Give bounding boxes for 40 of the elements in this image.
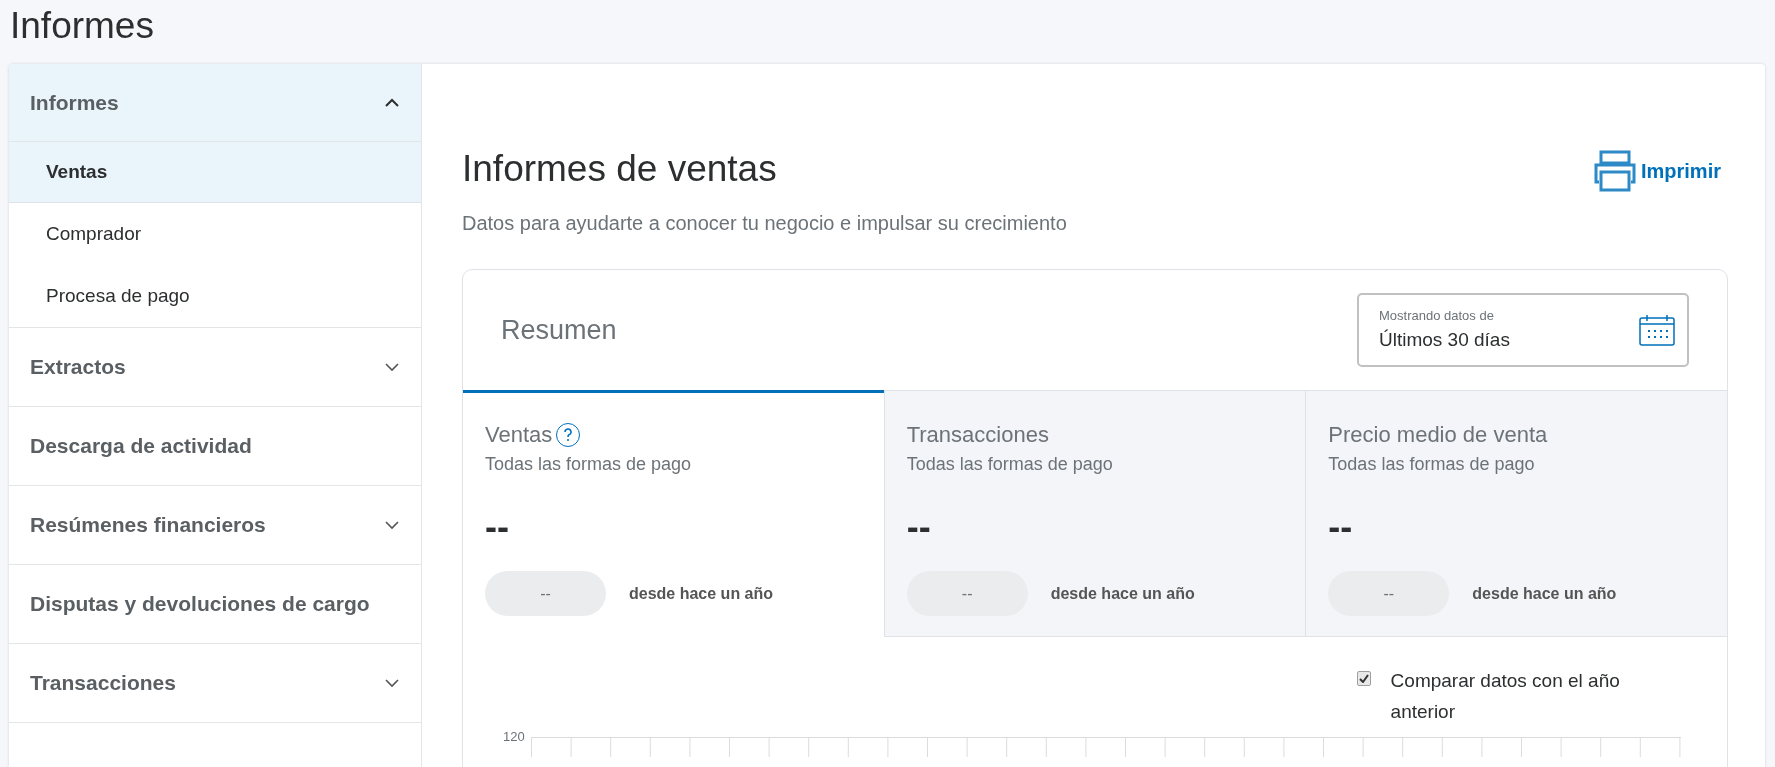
sidebar-section[interactable]: Resúmenes financieros [9,486,421,565]
page-heading: Informes de ventas [462,147,778,191]
printer-icon [1592,150,1637,192]
tab-subtitle: Todas las formas de pago [485,453,693,476]
change-pill: -- [906,571,1028,616]
tab-title: Transacciones [906,421,1049,449]
sidebar-item[interactable]: Procesa de pago [9,265,421,327]
sidebar-item[interactable]: Comprador [9,203,421,265]
card-title: Resumen [501,313,617,347]
checkmark-icon [1358,674,1369,683]
metric-tab[interactable]: Precio medio de venta Todas las formas de pago -- -- desde hace un año [1305,390,1727,637]
metric-value: -- [1328,505,1353,549]
sidebar-section[interactable]: Transacciones [9,644,421,723]
axis-tick-label: 120 [503,730,525,744]
tab-title: Precio medio de venta [1328,421,1548,449]
page-subtitle: Datos para ayudarte a conocer tu negocio e impulsar su crecimiento [462,211,1067,236]
sidebar-item[interactable]: Ventas [9,142,421,203]
change-pill: -- [485,571,606,616]
change-pill: -- [1328,571,1450,616]
field-label: Mostrando datos de [1379,307,1495,324]
page-title: Informes [10,4,155,48]
calendar-icon [1639,314,1675,346]
tab-title: Ventas [485,421,553,449]
change-caption: desde hace un año [629,583,774,604]
date-range-field[interactable]: Mostrando datos de Últimos 30 días [1357,293,1689,367]
metric-value: -- [485,505,509,549]
tab-subtitle: Todas las formas de pago [1328,453,1536,476]
sidebar-section[interactable]: Informes [9,64,421,142]
compare-label: Comparar datos con el año anterior [1390,669,1621,724]
sidebar-section[interactable]: Disputas y devoluciones de cargo [9,565,421,644]
metric-value: -- [906,505,931,549]
field-value: Últimos 30 días [1379,327,1510,352]
tab-subtitle: Todas las formas de pago [906,453,1114,476]
change-caption: desde hace un año [1050,583,1195,604]
print-link[interactable]: Imprimir [1592,150,1721,192]
sidebar-section[interactable]: Descarga de actividad [9,407,421,486]
change-caption: desde hace un año [1472,583,1617,604]
sidebar-section[interactable]: Extractos [9,328,421,407]
metric-tab[interactable]: Transacciones Todas las formas de pago -- -- desde hace un año [883,390,1306,637]
compare-checkbox[interactable] [1357,671,1371,686]
